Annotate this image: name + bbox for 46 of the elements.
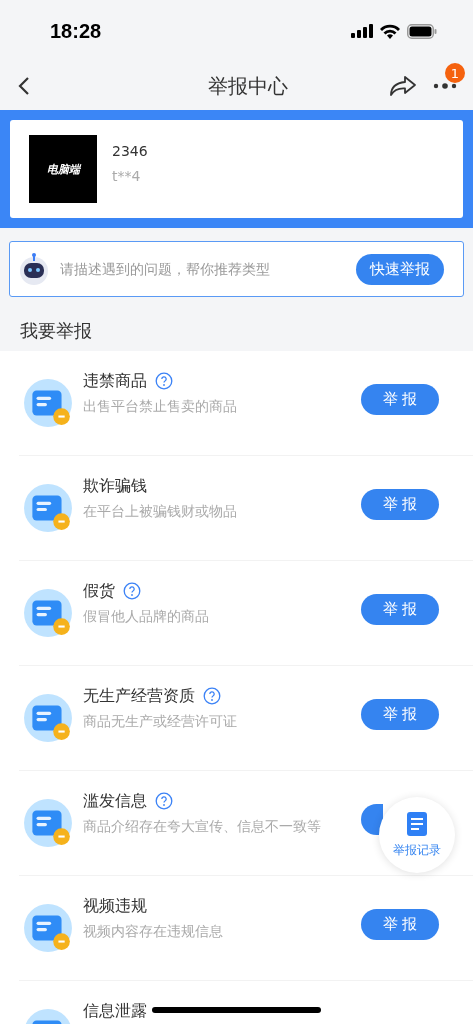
- more-icon[interactable]: [433, 83, 457, 89]
- wifi-icon: [380, 23, 400, 39]
- report-button[interactable]: 举 报: [361, 698, 439, 730]
- category-icon: [23, 693, 73, 743]
- report-button[interactable]: 举 报: [361, 908, 439, 940]
- robot-icon: [18, 252, 50, 286]
- category-icon: [23, 798, 73, 848]
- category-icon: [23, 903, 73, 953]
- store-logo: 电脑端: [29, 135, 97, 203]
- category-title: 滥发信息: [83, 790, 147, 812]
- help-icon[interactable]: [123, 582, 141, 600]
- status-time: 18:28: [50, 19, 102, 43]
- report-button[interactable]: [361, 803, 383, 835]
- category-description: 商品无生产或经营许可证: [83, 712, 238, 731]
- category-title: 违禁商品: [83, 370, 147, 392]
- page-title: 举报中心: [207, 72, 288, 100]
- battery-icon: [407, 23, 437, 39]
- quick-report-button[interactable]: 快速举报: [356, 253, 444, 285]
- notification-badge: 1: [445, 63, 465, 83]
- help-icon[interactable]: [203, 687, 221, 705]
- help-icon[interactable]: [155, 792, 173, 810]
- category-icon: [23, 378, 73, 428]
- category-title: 无生产经营资质: [83, 685, 195, 707]
- category-icon: [23, 483, 73, 533]
- category-icon: [23, 588, 73, 638]
- back-icon[interactable]: [18, 76, 30, 96]
- category-description: 出售平台禁止售卖的商品: [83, 397, 238, 416]
- report-button[interactable]: 举 报: [361, 383, 439, 415]
- problem-input[interactable]: 请描述遇到的问题，帮你推荐类型: [58, 260, 348, 278]
- category-title: 假货: [83, 580, 115, 602]
- category-title: 欺诈骗钱: [83, 475, 147, 497]
- report-button[interactable]: 举 报: [361, 593, 439, 625]
- share-icon[interactable]: [389, 75, 417, 97]
- signal-icon: [351, 24, 373, 38]
- category-title: 信息泄露: [83, 1000, 147, 1022]
- user-name: t**4: [112, 167, 142, 184]
- section-title: 我要举报: [19, 319, 93, 343]
- category-description: 假冒他人品牌的商品: [83, 607, 210, 626]
- category-title: 视频违规: [83, 895, 147, 917]
- store-name: 2346: [112, 142, 148, 159]
- document-icon: [407, 811, 427, 836]
- category-description: 在平台上被骗钱财或物品: [83, 502, 238, 521]
- help-icon[interactable]: [155, 372, 173, 390]
- category-description: 视频内容存在违规信息: [83, 922, 224, 941]
- category-description: 商品介绍存在夸大宣传、信息不一致等: [83, 817, 322, 836]
- report-button[interactable]: 举 报: [361, 488, 439, 520]
